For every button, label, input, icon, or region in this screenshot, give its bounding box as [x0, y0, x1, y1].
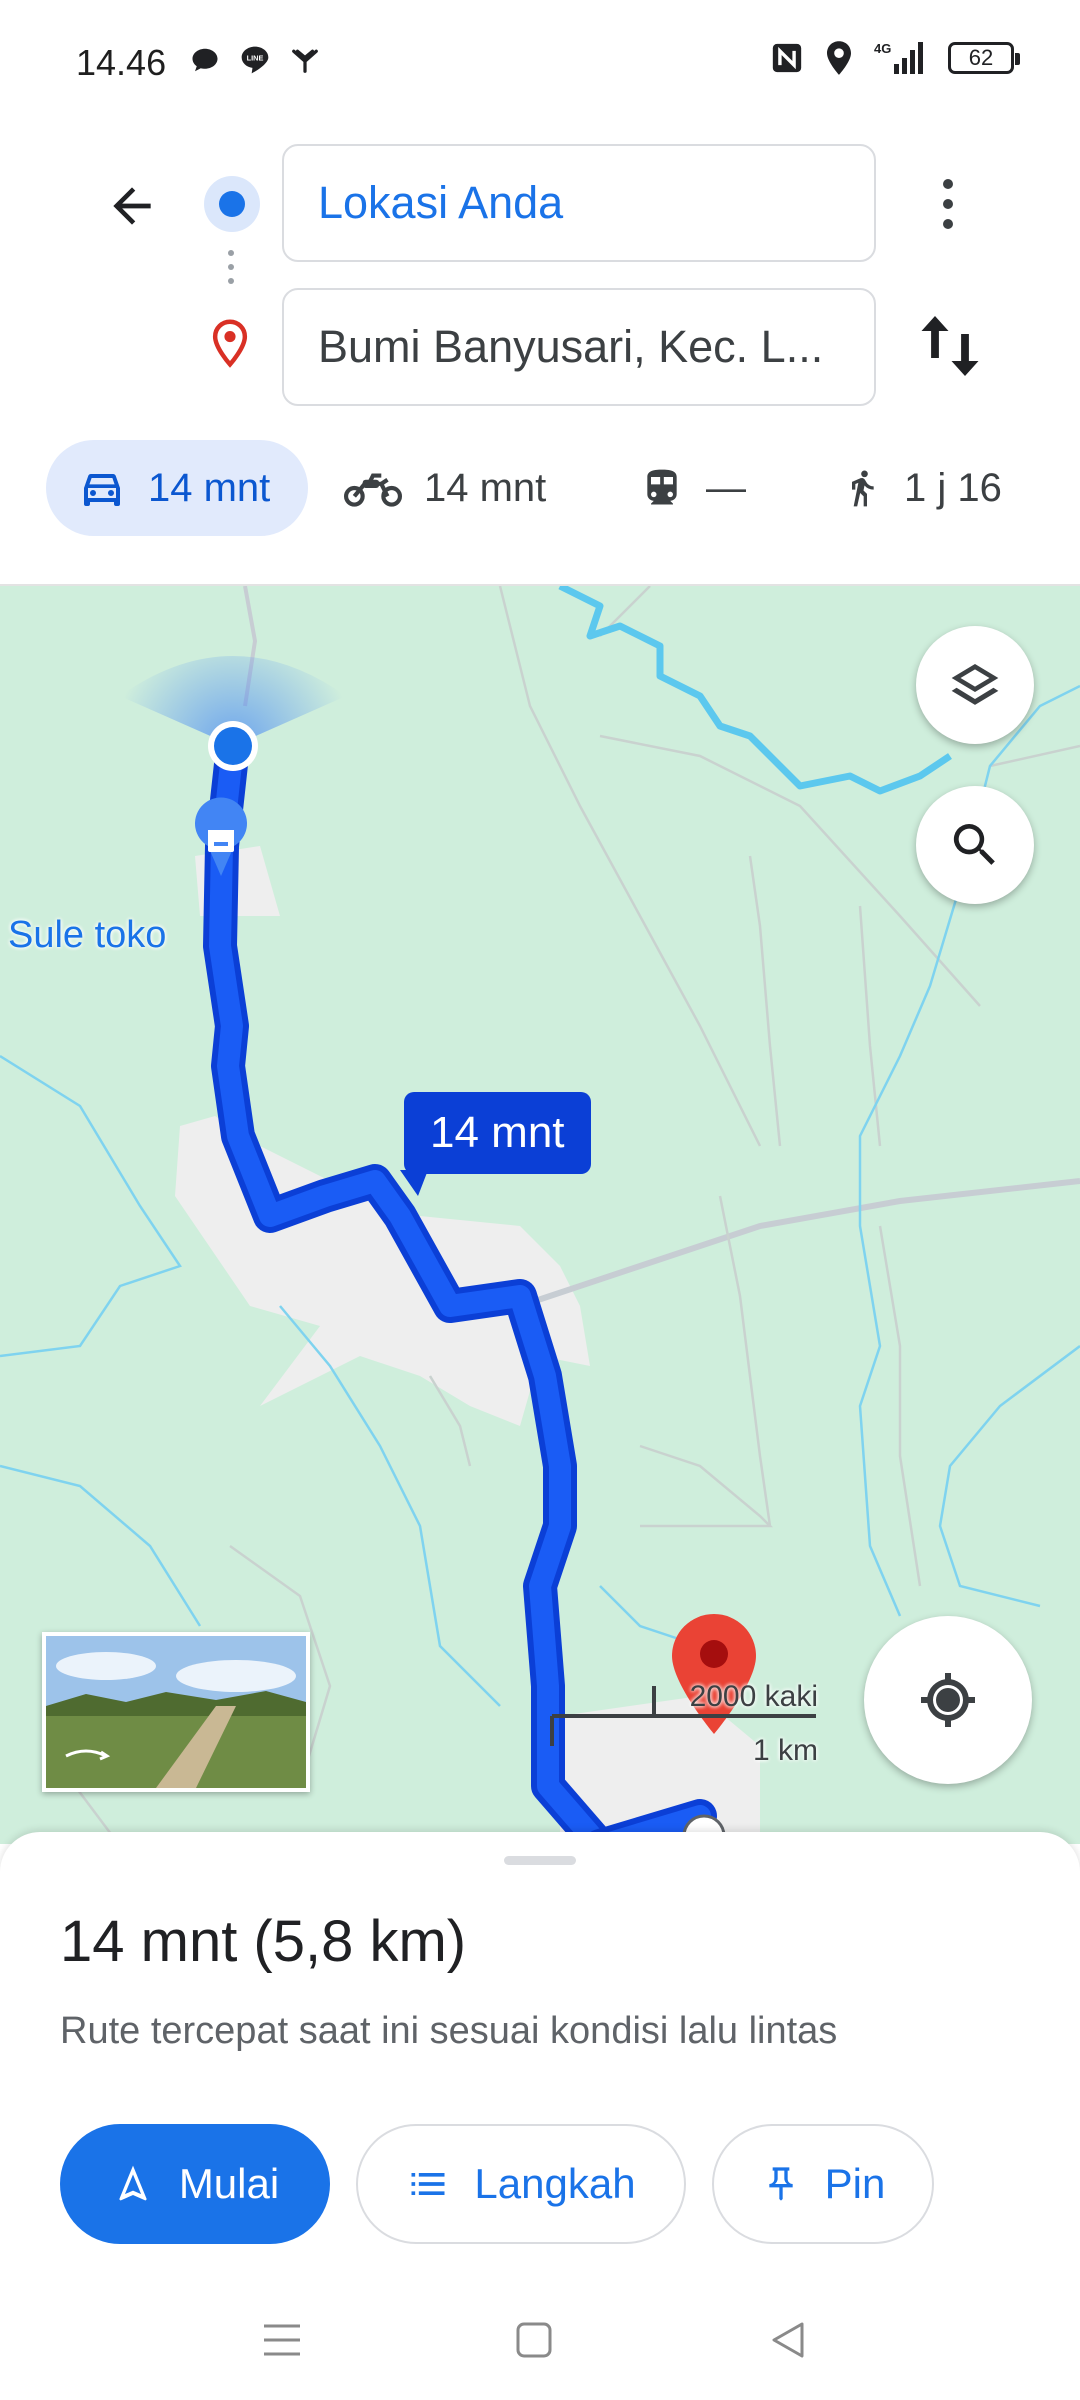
tab-car[interactable]: 14 mnt [46, 440, 308, 536]
back-button[interactable] [96, 170, 168, 242]
swap-locations-button[interactable] [914, 306, 986, 386]
status-time: 14.46 [76, 42, 167, 83]
svg-text:LINE: LINE [247, 54, 264, 63]
nfc-icon [772, 43, 802, 73]
map-view[interactable]: Sule toko 14 mnt 2000 kaki 1 km [0, 584, 1080, 1844]
triangle-back-icon [772, 2322, 804, 2358]
steps-button-label: Langkah [474, 2160, 636, 2207]
street-view-photo [46, 1636, 306, 1788]
layers-icon [951, 664, 999, 705]
map-search-button[interactable] [916, 786, 1034, 904]
list-icon [411, 2173, 445, 2195]
travel-mode-tabs: 14 mnt 14 mnt — 1 j 16 [0, 440, 1080, 546]
tab-car-label: 14 mnt [148, 465, 271, 510]
more-options-button[interactable] [918, 168, 978, 240]
recents-button[interactable] [252, 2310, 312, 2370]
walking-icon [852, 470, 874, 507]
my-location-icon [921, 1673, 975, 1727]
tab-motorcycle[interactable]: 14 mnt [344, 440, 546, 536]
route-eta-bubble[interactable]: 14 mnt [400, 1092, 591, 1196]
search-icon [953, 824, 995, 865]
home-button[interactable] [504, 2310, 564, 2370]
train-icon [647, 469, 677, 505]
tab-walk[interactable]: 1 j 16 [842, 440, 1002, 536]
street-view-thumbnail[interactable] [42, 1632, 310, 1792]
system-back-button[interactable] [758, 2310, 818, 2370]
arrow-back-icon [113, 187, 151, 225]
origin-dot-icon [204, 176, 260, 232]
route-connector-dots [228, 250, 234, 292]
antenna-icon [292, 49, 318, 73]
pin-button[interactable]: Pin [712, 2124, 934, 2244]
poi-label-sule-toko[interactable]: Sule toko [8, 914, 166, 957]
menu-lines-icon [264, 2324, 300, 2356]
origin-input[interactable]: Lokasi Anda [282, 144, 876, 262]
tab-walk-label: 1 j 16 [904, 465, 1002, 510]
start-button-label: Mulai [178, 2160, 280, 2207]
location-icon [827, 41, 851, 75]
battery-indicator: 62 [948, 42, 1020, 74]
status-bar: 14.46 LINE 4G 62 [0, 0, 1080, 125]
car-icon [84, 474, 120, 506]
square-home-icon [516, 2322, 552, 2358]
motorcycle-icon [344, 473, 402, 507]
steps-button[interactable]: Langkah [356, 2124, 686, 2244]
swap-vertical-icon [921, 316, 979, 376]
tab-transit-label: — [706, 465, 746, 510]
pushpin-icon [768, 2167, 793, 2201]
map-scale-bar: 2000 kaki 1 km [548, 1680, 818, 1767]
start-navigation-button[interactable]: Mulai [60, 2124, 330, 2244]
tab-transit[interactable]: — [640, 440, 746, 536]
destination-input[interactable]: Bumi Banyusari, Kec. L... [282, 288, 876, 406]
tab-motorcycle-label: 14 mnt [424, 465, 547, 510]
route-summary: 14 mnt (5,8 km) [60, 1909, 467, 1974]
line-app-icon: LINE [241, 46, 269, 74]
my-location-button[interactable] [864, 1616, 1032, 1784]
chat-bubble-icon [192, 48, 218, 72]
destination-pin-icon [206, 318, 254, 375]
signal-4g-icon: 4G [874, 41, 923, 74]
svg-text:4G: 4G [874, 41, 891, 56]
status-notification-icons: LINE [190, 44, 320, 76]
system-navigation-bar [0, 2290, 1080, 2400]
pin-button-label: Pin [824, 2160, 886, 2207]
route-description: Rute tercepat saat ini sesuai kondisi la… [60, 2010, 838, 2052]
scale-metric-label: 1 km [752, 1734, 818, 1767]
navigation-arrow-icon [119, 2165, 147, 2201]
sheet-drag-handle[interactable] [504, 1856, 576, 1865]
map-layers-button[interactable] [916, 626, 1034, 744]
status-system-icons: 4G 62 [770, 40, 1020, 76]
